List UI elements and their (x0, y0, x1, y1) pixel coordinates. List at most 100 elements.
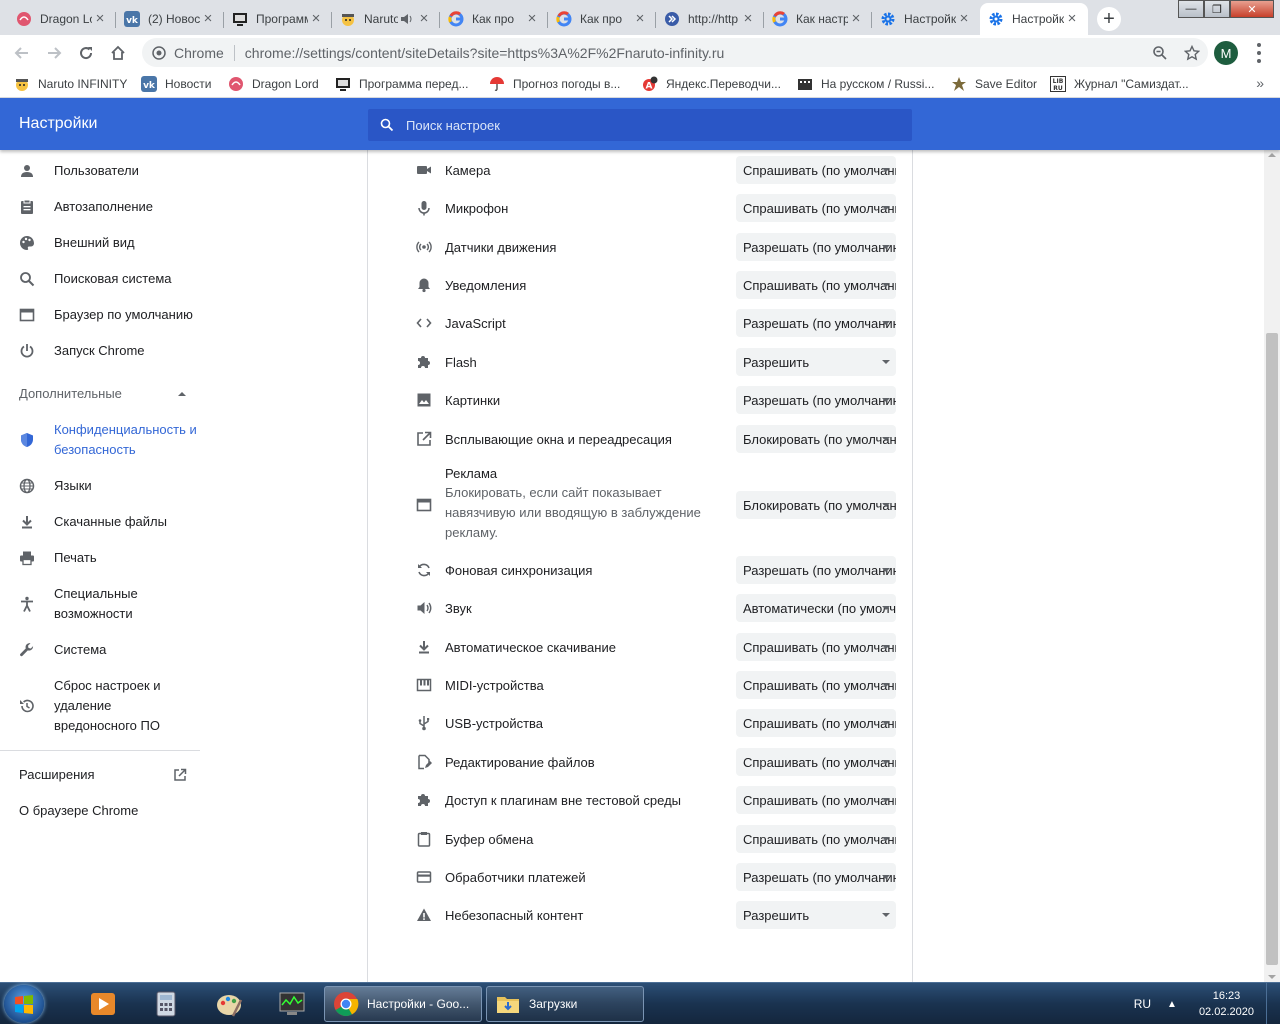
home-button[interactable] (102, 39, 134, 67)
page-scrollbar[interactable] (1264, 150, 1280, 982)
paint-icon[interactable] (202, 987, 256, 1021)
media-player-icon[interactable] (76, 987, 130, 1021)
permission-select[interactable]: Разрешить (736, 901, 896, 929)
permission-select[interactable]: Разрешать (по умолчанию) (736, 556, 896, 584)
chevron-down-icon (882, 683, 890, 687)
bookmark-item[interactable]: Прогноз погоды в... (489, 75, 620, 93)
tab[interactable]: Как про × (440, 3, 548, 35)
task-manager-icon[interactable] (265, 987, 319, 1021)
forward-button[interactable] (38, 39, 70, 67)
minimize-button[interactable]: — (1178, 0, 1204, 18)
bookmark-item[interactable]: A Яндекс.Переводчи... (642, 75, 781, 93)
tab[interactable]: vk (2) Новости × (116, 3, 224, 35)
close-tab-icon[interactable]: × (308, 11, 324, 27)
search-input[interactable] (406, 117, 886, 133)
scrollbar-thumb[interactable] (1266, 333, 1278, 965)
permission-row-images: Картинки Разрешать (по умолчанию) (368, 386, 912, 414)
tab[interactable]: Naruto INFINITY × (332, 3, 440, 35)
bookmark-star-icon[interactable] (1176, 44, 1208, 61)
sidebar-item-search-engine[interactable]: Поисковая система (19, 269, 200, 289)
permission-select[interactable]: Спрашивать (по умолчанию) (736, 156, 896, 184)
sidebar-item-reset[interactable]: Сброс настроек и удаление вредоносного П… (19, 676, 200, 736)
sidebar-item-system[interactable]: Система (19, 640, 200, 660)
sidebar-item-languages[interactable]: Языки (19, 476, 200, 496)
omnibox[interactable]: Chrome chrome://settings/content/siteDet… (142, 38, 1208, 67)
sidebar-item-default-browser[interactable]: Браузер по умолчанию (19, 305, 200, 325)
settings-search[interactable] (368, 109, 912, 141)
tray-chevron-up-icon[interactable]: ▲ (1167, 999, 1177, 1010)
dragon-icon (228, 76, 244, 92)
tab-active[interactable]: Настройки × (980, 3, 1088, 35)
close-tab-icon[interactable]: × (848, 11, 864, 27)
tab[interactable]: Настройки × (872, 3, 980, 35)
close-tab-icon[interactable]: × (524, 11, 540, 27)
permission-select[interactable]: Разрешать (по умолчанию) (736, 233, 896, 261)
omnibox-url[interactable]: chrome://settings/content/siteDetails?si… (245, 45, 1144, 61)
profile-avatar[interactable]: M (1214, 41, 1238, 65)
sidebar-item-downloads[interactable]: Скачанные файлы (19, 512, 200, 532)
bookmark-item[interactable]: vk Новости (141, 75, 211, 93)
new-tab-button[interactable]: + (1097, 7, 1121, 31)
back-button[interactable] (6, 39, 38, 67)
language-indicator[interactable]: RU (1134, 997, 1151, 1011)
bookmark-item[interactable]: Программа перед... (335, 75, 468, 93)
svg-text:A: A (646, 82, 653, 92)
start-button[interactable] (4, 985, 44, 1023)
taskbar-item-downloads[interactable]: Загрузки (486, 986, 644, 1022)
sidebar-item-accessibility[interactable]: Специальные возможности (19, 584, 200, 624)
chevron-double-right-icon[interactable]: » (1256, 75, 1264, 91)
permission-select[interactable]: Автоматически (по умолчанию) (736, 594, 896, 622)
bookmark-item[interactable]: Dragon Lord (228, 75, 319, 93)
close-tab-icon[interactable]: × (956, 11, 972, 27)
maximize-button[interactable]: ❐ (1204, 0, 1230, 18)
sidebar-item-on-startup[interactable]: Запуск Chrome (19, 341, 200, 361)
zoom-icon[interactable] (1144, 45, 1176, 61)
bookmark-item[interactable]: LIB RU Журнал "Самиздат... (1050, 75, 1189, 93)
permission-select[interactable]: Спрашивать (по умолчанию) (736, 709, 896, 737)
bookmark-item[interactable]: Save Editor (951, 75, 1037, 93)
close-tab-icon[interactable]: × (416, 11, 432, 27)
sidebar-item-autofill[interactable]: Автозаполнение (19, 197, 200, 217)
close-tab-icon[interactable]: × (740, 11, 756, 27)
tab-title: Как про (472, 12, 515, 26)
close-tab-icon[interactable]: × (200, 11, 216, 27)
reload-button[interactable] (70, 39, 102, 67)
permission-select[interactable]: Спрашивать (по умолчанию) (736, 271, 896, 299)
close-tab-icon[interactable]: × (632, 11, 648, 27)
tab[interactable]: Dragon Lord × (8, 3, 116, 35)
permission-select[interactable]: Спрашивать (по умолчанию) (736, 825, 896, 853)
close-window-button[interactable]: ✕ (1230, 0, 1274, 18)
tab[interactable]: Как настроить × (764, 3, 872, 35)
sidebar-item-printing[interactable]: Печать (19, 548, 200, 568)
menu-dots-icon[interactable] (1250, 43, 1268, 63)
show-desktop-button[interactable] (1266, 983, 1280, 1024)
permission-select[interactable]: Разрешить (736, 348, 896, 376)
permission-select[interactable]: Спрашивать (по умолчанию) (736, 671, 896, 699)
permission-select[interactable]: Блокировать (по умолчанию) (736, 425, 896, 453)
permission-select[interactable]: Спрашивать (по умолчанию) (736, 633, 896, 661)
sidebar-advanced-toggle[interactable]: Дополнительные (19, 384, 187, 404)
taskbar-item-chrome[interactable]: Настройки - Goo... (324, 986, 482, 1022)
bookmark-item[interactable]: Naruto INFINITY (14, 75, 127, 93)
clock[interactable]: 16:23 02.02.2020 (1199, 988, 1254, 1020)
calculator-icon[interactable] (139, 987, 193, 1021)
close-tab-icon[interactable]: × (1064, 11, 1080, 27)
permission-select[interactable]: Спрашивать (по умолчанию) (736, 194, 896, 222)
permission-select[interactable]: Разрешать (по умолчанию) (736, 309, 896, 337)
sidebar-item-appearance[interactable]: Внешний вид (19, 233, 200, 253)
sidebar-item-about[interactable]: О браузере Chrome (19, 801, 200, 821)
tab[interactable]: http://http × (656, 3, 764, 35)
sidebar-item-extensions[interactable]: Расширения (19, 765, 187, 785)
permission-select[interactable]: Разрешать (по умолчанию) (736, 386, 896, 414)
permission-select[interactable]: Разрешать (по умолчанию) (736, 863, 896, 891)
sidebar-item-privacy[interactable]: Конфиденциальность и безопасность (19, 420, 200, 460)
permission-select[interactable]: Спрашивать (по умолчанию) (736, 786, 896, 814)
sidebar-item-people[interactable]: Пользователи (19, 161, 200, 181)
permission-select[interactable]: Спрашивать (по умолчанию) (736, 748, 896, 776)
close-tab-icon[interactable]: × (92, 11, 108, 27)
printer-icon (19, 550, 35, 566)
permission-select[interactable]: Блокировать (по умолчанию) (736, 491, 896, 519)
tab[interactable]: Как про × (548, 3, 656, 35)
bookmark-item[interactable]: На русском / Russi... (797, 75, 934, 93)
tab[interactable]: Программа передач × (224, 3, 332, 35)
